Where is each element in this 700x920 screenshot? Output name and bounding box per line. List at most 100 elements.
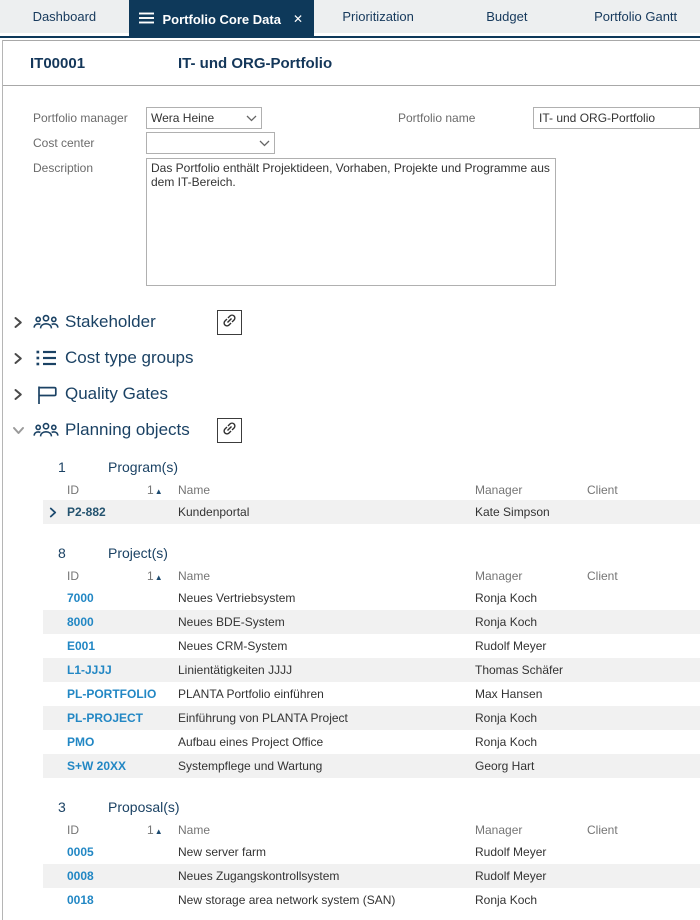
section-label: Stakeholder xyxy=(65,312,209,332)
chevron-right-icon[interactable] xyxy=(11,316,25,329)
row-manager: Rudolf Meyer xyxy=(475,639,587,653)
portfolio-panel: IT00001 IT- und ORG-Portfolio Portfolio … xyxy=(2,40,700,920)
table-row[interactable]: PMOAufbau eines Project OfficeRonja Koch xyxy=(43,730,700,754)
row-name: New storage area network system (SAN) xyxy=(178,893,475,907)
planning-table-proposal-s: 3Proposal(s)ID1▲NameManagerClient0005New… xyxy=(43,796,700,912)
row-manager: Rudolf Meyer xyxy=(475,869,587,883)
section-quality-gates[interactable]: Quality Gates xyxy=(3,376,700,412)
expand-chevron-icon[interactable] xyxy=(49,507,67,518)
table-row[interactable]: E001 Neues CRM-SystemRudolf Meyer xyxy=(43,634,700,658)
section-cost-type-groups[interactable]: Cost type groups xyxy=(3,340,700,376)
table-row[interactable]: 8000Neues BDE-SystemRonja Koch xyxy=(43,610,700,634)
table-row[interactable]: P2-882 KundenportalKate Simpson xyxy=(43,500,700,524)
portfolio-name-input[interactable] xyxy=(533,107,700,129)
tab-portfolio-core-data[interactable]: Portfolio Core Data ✕ xyxy=(129,0,314,38)
row-name: PLANTA Portfolio einführen xyxy=(178,687,475,701)
row-manager: Ronja Koch xyxy=(475,711,587,725)
menu-icon[interactable] xyxy=(139,12,154,27)
table-row[interactable]: 0018 New storage area network system (SAN… xyxy=(43,888,700,912)
tab-prioritization[interactable]: Prioritization xyxy=(314,0,443,33)
column-header-name[interactable]: Name xyxy=(178,483,475,497)
chevron-right-icon[interactable] xyxy=(11,388,25,401)
link-button[interactable] xyxy=(217,418,242,443)
table-row[interactable]: S+W 20XXSystempflege und WartungGeorg Ha… xyxy=(43,754,700,778)
flag-icon xyxy=(33,383,59,405)
close-icon[interactable]: ✕ xyxy=(293,12,303,26)
row-id-link[interactable]: PL-PROJECT xyxy=(67,711,147,725)
column-header-manager[interactable]: Manager xyxy=(475,569,587,583)
table-row[interactable]: 7000Neues VertriebsystemRonja Koch xyxy=(43,586,700,610)
row-id-link[interactable]: P2-882 xyxy=(67,505,147,519)
row-id-link[interactable]: S+W 20XX xyxy=(67,759,147,773)
table-row[interactable]: L1-JJJJLinientätigkeiten JJJJThomas Schä… xyxy=(43,658,700,682)
description-label: Description xyxy=(33,157,146,175)
row-manager: Max Hansen xyxy=(475,687,587,701)
row-id-link[interactable]: 0018 xyxy=(67,893,147,907)
section-label: Cost type groups xyxy=(65,348,209,368)
column-header-id[interactable]: ID xyxy=(67,483,147,497)
tab-bar: Dashboard Portfolio Core Data ✕ Prioritizat… xyxy=(0,0,700,33)
tab-label: Budget xyxy=(486,9,527,24)
chevron-down-icon xyxy=(246,111,257,125)
row-manager: Ronja Koch xyxy=(475,591,587,605)
portfolio-manager-select[interactable]: Wera Heine xyxy=(146,107,262,129)
tab-portfolio-gantt[interactable]: Portfolio Gantt xyxy=(571,0,700,33)
tab-label: Dashboard xyxy=(33,9,97,24)
row-id-link[interactable]: 7000 xyxy=(67,591,147,605)
table-row[interactable]: 0008Neues ZugangskontrollsystemRudolf Me… xyxy=(43,864,700,888)
row-name: Neues CRM-System xyxy=(178,639,475,653)
table-header-row: ID1▲NameManagerClient xyxy=(43,566,700,586)
description-textarea[interactable]: Das Portfolio enthält Projektideen, Vorh… xyxy=(146,158,556,286)
table-row[interactable]: PL-PORTFOLIO PLANTA Portfolio einführenMa… xyxy=(43,682,700,706)
row-id-link[interactable]: 0008 xyxy=(67,869,147,883)
section-planning-objects[interactable]: Planning objects xyxy=(3,412,700,448)
row-id-link[interactable]: 8000 xyxy=(67,615,147,629)
sort-ascending-icon: ▲ xyxy=(155,573,163,582)
column-header-manager[interactable]: Manager xyxy=(475,483,587,497)
tabbar-accent-line xyxy=(0,36,700,38)
column-header-client[interactable]: Client xyxy=(587,569,700,583)
row-name: Kundenportal xyxy=(178,505,475,519)
tab-label: Portfolio Gantt xyxy=(594,9,677,24)
table-header-row: ID1▲NameManagerClient xyxy=(43,480,700,500)
chevron-down-icon[interactable] xyxy=(11,426,25,435)
link-icon xyxy=(221,420,238,440)
tab-budget[interactable]: Budget xyxy=(443,0,572,33)
people-group-icon xyxy=(33,420,59,440)
column-header-name[interactable]: Name xyxy=(178,823,475,837)
column-header-client[interactable]: Client xyxy=(587,483,700,497)
table-count: 3 xyxy=(58,799,108,815)
tab-label: Portfolio Core Data xyxy=(162,12,280,27)
sort-indicator[interactable]: 1▲ xyxy=(147,483,178,497)
portfolio-name-label: Portfolio name xyxy=(398,111,533,125)
column-header-name[interactable]: Name xyxy=(178,569,475,583)
table-row[interactable]: PL-PROJECT Einführung von PLANTA ProjectR… xyxy=(43,706,700,730)
link-button[interactable] xyxy=(217,310,242,335)
column-header-id[interactable]: ID xyxy=(67,569,147,583)
row-manager: Rudolf Meyer xyxy=(475,845,587,859)
row-id-link[interactable]: PMO xyxy=(67,735,147,749)
tab-dashboard[interactable]: Dashboard xyxy=(0,0,129,33)
column-header-manager[interactable]: Manager xyxy=(475,823,587,837)
form-row: Cost center xyxy=(33,132,700,154)
row-id-link[interactable]: L1-JJJJ xyxy=(67,663,147,677)
section-stakeholder[interactable]: Stakeholder xyxy=(3,304,700,340)
row-id-link[interactable]: PL-PORTFOLIO xyxy=(67,687,147,701)
chevron-right-icon[interactable] xyxy=(11,352,25,365)
row-manager: Kate Simpson xyxy=(475,505,587,519)
table-row[interactable]: 0005New server farmRudolf Meyer xyxy=(43,840,700,864)
table-header-row: ID1▲NameManagerClient xyxy=(43,820,700,840)
cost-center-select[interactable] xyxy=(146,132,275,154)
row-name: Einführung von PLANTA Project xyxy=(178,711,475,725)
sort-indicator[interactable]: 1▲ xyxy=(147,823,178,837)
planning-table-project-s: 8Project(s)ID1▲NameManagerClient7000Neue… xyxy=(43,542,700,778)
planning-objects-tables: 1Program(s)ID1▲NameManagerClientP2-882Ku… xyxy=(43,456,700,912)
row-id-link[interactable]: 0005 xyxy=(67,845,147,859)
sort-ascending-icon: ▲ xyxy=(155,487,163,496)
sort-indicator[interactable]: 1▲ xyxy=(147,569,178,583)
row-id-link[interactable]: E001 xyxy=(67,639,147,653)
column-header-client[interactable]: Client xyxy=(587,823,700,837)
column-header-id[interactable]: ID xyxy=(67,823,147,837)
table-title: Proposal(s) xyxy=(108,799,180,815)
row-manager: Georg Hart xyxy=(475,759,587,773)
